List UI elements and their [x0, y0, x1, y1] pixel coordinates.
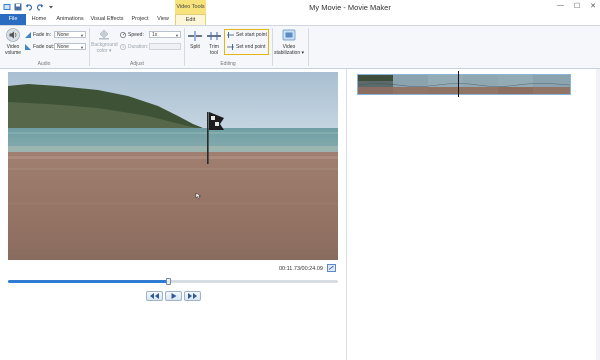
fade-out-label: Fade out:: [33, 44, 55, 50]
set-end-point-icon: [227, 44, 234, 50]
speed-label: Speed:: [128, 32, 144, 38]
video-clip[interactable]: [357, 74, 571, 95]
trim-tool-label-2: tool: [209, 50, 219, 56]
tab-file[interactable]: File: [0, 14, 26, 25]
fade-in-control: Fade in:: [25, 31, 51, 39]
set-start-point-icon: [227, 32, 234, 38]
storyboard-playhead[interactable]: [458, 71, 459, 97]
background-color-button[interactable]: Background color ▾: [91, 28, 118, 54]
group-label-adjust: Adjust: [130, 61, 144, 67]
previous-frame-icon: [150, 293, 159, 299]
title-bar: Video Tools My Movie - Movie Maker — ☐ ✕: [0, 0, 600, 14]
window-controls: — ☐ ✕: [557, 2, 596, 10]
seek-bar[interactable]: [8, 278, 338, 285]
clock-icon: [120, 44, 126, 50]
window-title: My Movie - Movie Maker: [309, 3, 391, 12]
duration-dropdown[interactable]: [149, 43, 181, 50]
next-frame-icon: [188, 293, 197, 299]
scrollbar-track[interactable]: [596, 69, 600, 360]
playback-controls: [146, 291, 201, 301]
chevron-down-icon: ▼: [80, 45, 84, 50]
set-end-point-button[interactable]: Set end point: [227, 43, 265, 51]
background-color-label-2: color ▾: [96, 48, 112, 54]
next-frame-button[interactable]: [184, 291, 201, 301]
group-separator: [308, 28, 309, 66]
fade-out-value: None: [57, 44, 69, 50]
set-start-point-button[interactable]: Set start point: [227, 31, 267, 39]
ribbon-tabs: File Home Animations Visual Effects Proj…: [0, 14, 600, 26]
duration-label: Duration:: [128, 44, 149, 50]
speaker-icon: [6, 28, 20, 42]
minimize-button[interactable]: —: [557, 2, 564, 10]
video-stabilization-label-2: stabilization ▾: [273, 50, 305, 56]
video-stabilization-button[interactable]: Video stabilization ▾: [273, 28, 305, 56]
tab-home[interactable]: Home: [28, 14, 50, 25]
storyboard-pane: [347, 69, 600, 360]
timecode: 00:11.73/00:24.09: [279, 266, 323, 272]
chevron-down-icon: ▼: [80, 33, 84, 38]
tab-edit[interactable]: Edit: [175, 14, 206, 25]
previous-frame-button[interactable]: [146, 291, 163, 301]
group-label-audio: Audio: [37, 61, 51, 67]
video-volume-label-2: volume: [4, 50, 22, 56]
speed-dropdown[interactable]: 1x ▼: [149, 31, 181, 38]
seek-progress: [8, 280, 169, 283]
trim-tool-button[interactable]: Trim tool: [206, 30, 222, 56]
expand-icon: [327, 264, 336, 272]
chevron-down-icon: ▼: [175, 33, 179, 38]
split-button[interactable]: Split: [187, 30, 203, 50]
video-frame-image: [8, 72, 338, 260]
speed-value: 1x: [152, 32, 158, 38]
tab-visual-effects[interactable]: Visual Effects: [89, 14, 125, 25]
play-button[interactable]: [165, 291, 182, 301]
group-label-editing: Editing: [220, 61, 236, 67]
tab-animations[interactable]: Animations: [53, 14, 87, 25]
fade-in-label: Fade in:: [33, 32, 52, 38]
duration-control: Duration:: [120, 43, 148, 51]
fade-in-icon: [25, 32, 31, 38]
stabilization-icon: [282, 29, 296, 41]
tab-view[interactable]: View: [154, 14, 172, 25]
fade-out-control: Fade out:: [25, 43, 54, 51]
seek-thumb[interactable]: [166, 278, 172, 285]
fade-in-value: None: [57, 32, 69, 38]
full-screen-button[interactable]: [327, 264, 336, 272]
video-volume-button[interactable]: Video volume: [3, 28, 23, 56]
set-end-point-label: Set end point: [236, 44, 266, 50]
tab-project[interactable]: Project: [128, 14, 152, 25]
fade-out-dropdown[interactable]: None ▼: [54, 43, 86, 50]
speed-icon: [120, 32, 126, 38]
ribbon: Video volume Fade in: None ▼ Fade out: No…: [0, 26, 600, 69]
trim-icon: [207, 32, 221, 40]
fade-in-dropdown[interactable]: None ▼: [54, 31, 86, 38]
play-icon: [171, 293, 176, 299]
split-label: Split: [190, 44, 200, 50]
split-icon: [188, 31, 202, 41]
close-button[interactable]: ✕: [590, 2, 596, 10]
video-preview[interactable]: [8, 72, 338, 260]
speed-control: Speed:: [120, 31, 144, 39]
paint-bucket-icon: [99, 29, 109, 40]
set-start-point-label: Set start point: [236, 32, 267, 38]
fade-out-icon: [25, 44, 31, 50]
clip-thumbnails: [358, 75, 570, 94]
maximize-button[interactable]: ☐: [574, 2, 580, 10]
movie-maker-window: Video Tools My Movie - Movie Maker — ☐ ✕…: [0, 0, 600, 360]
